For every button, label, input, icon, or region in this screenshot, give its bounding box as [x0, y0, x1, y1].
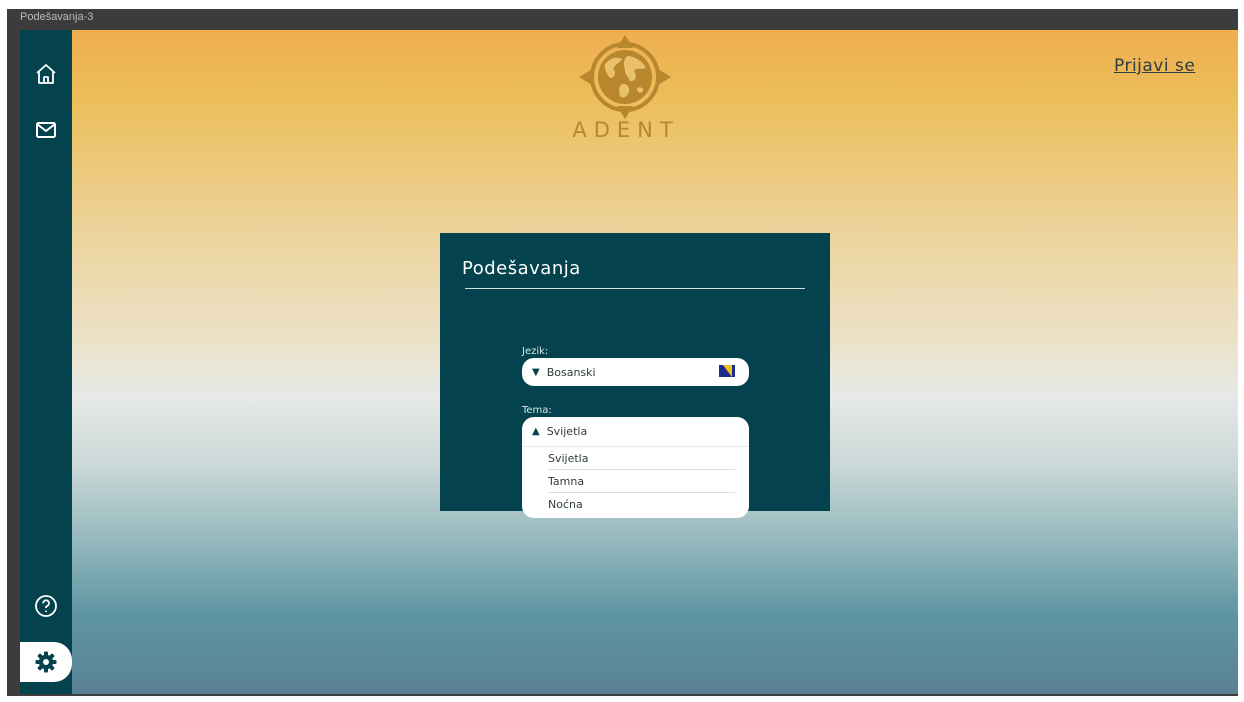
- theme-select[interactable]: ▲ Svijetla: [522, 417, 749, 447]
- theme-dropdown[interactable]: ▲ Svijetla Svijetla Tamna Noćna: [522, 417, 749, 518]
- window-title: Podešavanja-3: [20, 11, 94, 23]
- title-divider: [465, 288, 805, 289]
- settings-panel: Podešavanja Jezik: ▼ Bosanski Tema: ▲ Sv…: [440, 233, 830, 518]
- main-canvas: ADENT Prijavi se Podešavanja Jezik: ▼ Bo…: [72, 30, 1238, 694]
- sidebar-item-help[interactable]: [20, 586, 72, 626]
- brand-name: ADENT: [572, 118, 680, 142]
- sidebar-item-home[interactable]: [20, 54, 72, 94]
- home-icon: [34, 62, 58, 86]
- language-value: Bosanski: [546, 365, 596, 379]
- mail-icon: [35, 121, 57, 139]
- help-icon: [34, 594, 58, 618]
- bosnia-flag-icon: [719, 365, 735, 377]
- sidebar: [20, 30, 72, 694]
- theme-option-dark[interactable]: Tamna: [548, 470, 735, 493]
- sidebar-item-settings[interactable]: [20, 642, 72, 682]
- theme-label: Tema:: [522, 405, 552, 416]
- theme-value: Svijetla: [546, 425, 588, 438]
- panel-title: Podešavanja: [462, 258, 581, 279]
- chevron-up-icon: ▲: [532, 426, 540, 437]
- language-label: Jezik:: [522, 346, 549, 357]
- sidebar-item-messages[interactable]: [20, 110, 72, 150]
- theme-option-light[interactable]: Svijetla: [548, 447, 735, 470]
- theme-option-night[interactable]: Noćna: [548, 493, 735, 515]
- language-select[interactable]: ▼ Bosanski: [522, 358, 749, 386]
- app-window: Podešavanja-3 ADENT Prijavi se Podešavan…: [7, 9, 1238, 696]
- login-link[interactable]: Prijavi se: [1114, 56, 1195, 76]
- chevron-down-icon: ▼: [532, 366, 540, 378]
- adent-logo: [577, 34, 673, 120]
- gear-icon: [34, 650, 58, 674]
